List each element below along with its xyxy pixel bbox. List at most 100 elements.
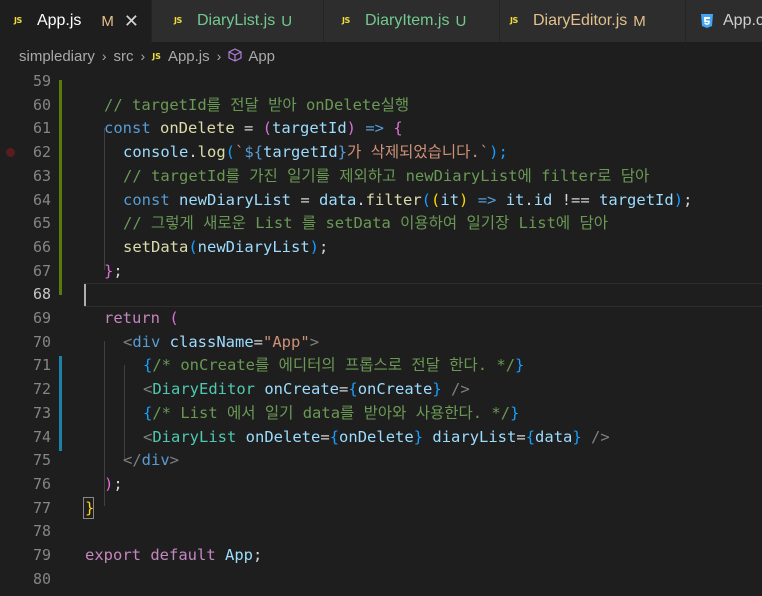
code-line-60: // targetId를 전달 받아 onDelete실행	[104, 94, 409, 118]
bracket: {	[348, 380, 358, 399]
function-name: setData	[123, 237, 189, 256]
keyword: const	[104, 119, 151, 138]
close-icon[interactable]: ✕	[124, 11, 139, 32]
line-number: 78	[32, 522, 51, 541]
javascript-file-icon: JS	[342, 16, 350, 25]
operator: =	[516, 427, 526, 446]
tab-app-js[interactable]: JS App.js M ✕	[0, 0, 152, 42]
tag-name: div	[132, 332, 161, 351]
punctuation: ;	[683, 190, 693, 209]
tag-bracket: >	[309, 332, 320, 351]
bracket: }	[515, 356, 525, 375]
keyword: default	[141, 546, 216, 564]
identifier: console	[123, 143, 189, 162]
javascript-file-icon: JS	[152, 51, 161, 61]
operator: =	[291, 190, 319, 209]
tab-diaryeditor-js[interactable]: JS DiaryEditor.js M	[500, 0, 686, 42]
string: `	[235, 143, 245, 162]
javascript-file-icon: JS	[510, 16, 518, 25]
untracked-badge: U	[281, 12, 293, 30]
code-line-63: // targetId를 가진 일기를 제외하고 newDiaryList에 f…	[123, 165, 649, 189]
bracket: {	[143, 356, 153, 375]
breadcrumb-symbol[interactable]: App	[248, 48, 275, 65]
keyword: const	[123, 190, 170, 209]
line-number: 75	[32, 451, 51, 470]
comment: // targetId를 전달 받아 onDelete실행	[104, 95, 410, 114]
keyword: return	[104, 309, 160, 327]
code-line-69: return (	[104, 307, 179, 331]
line-number: 72	[32, 380, 51, 399]
line-number: 59	[32, 72, 51, 90]
bracket: (	[431, 190, 441, 209]
identifier: targetId	[599, 190, 674, 209]
breadcrumb-folder[interactable]: simplediary	[19, 48, 95, 65]
operator: =	[234, 119, 263, 138]
bracket: {	[393, 119, 403, 138]
identifier: targetId	[272, 119, 347, 138]
line-number: 79	[32, 546, 51, 564]
line-number: 65	[32, 214, 51, 233]
line-number: 66	[32, 237, 51, 256]
identifier: onCreate	[357, 380, 433, 399]
identifier: id	[533, 190, 553, 209]
tag-bracket: <	[143, 380, 153, 399]
punctuation: ;	[113, 261, 123, 280]
bracket: {	[329, 427, 340, 446]
chevron-right-icon: ›	[216, 48, 222, 64]
operator: .	[356, 190, 366, 209]
function-name: filter	[365, 190, 422, 209]
code-line-70: <div className="App">	[123, 331, 319, 355]
operator: =	[253, 332, 264, 351]
string: "App"	[263, 332, 310, 351]
bracket: }	[413, 427, 424, 446]
identifier: onDelete	[160, 119, 235, 138]
code-line-65: // 그렇게 새로운 List 를 setData 이용하여 일기장 List에…	[123, 212, 608, 236]
tab-app-css[interactable]: App.css	[686, 0, 762, 42]
code-line-73: {/* List 에서 일기 data를 받아와 사용한다. */}	[143, 402, 519, 426]
code-line-74: <DiaryList onDelete={onDelete} diaryList…	[143, 426, 610, 450]
tab-diarylist-js[interactable]: JS DiaryList.js U	[152, 0, 324, 42]
punctuation: ;	[252, 546, 263, 564]
template-delimiter: }	[337, 143, 348, 162]
line-number: 73	[32, 403, 51, 422]
attribute: className	[160, 332, 254, 351]
bracket: (	[188, 237, 198, 256]
code-line-79: export default App;	[85, 544, 262, 568]
code-line-75: </div>	[123, 449, 179, 473]
attribute: onCreate	[255, 380, 339, 399]
tab-diaryitem-js[interactable]: JS DiaryItem.js U	[324, 0, 500, 42]
punctuation: ;	[113, 474, 123, 493]
tag-bracket: />	[441, 380, 470, 399]
chevron-right-icon: ›	[140, 48, 146, 64]
code-line-72: <DiaryEditor onCreate={onCreate} />	[143, 378, 470, 402]
operator: =	[320, 427, 330, 446]
comment: // 그렇게 새로운 List 를 setData 이용하여 일기장 List에…	[123, 214, 609, 233]
code-line-61: const onDelete = (targetId) => {	[104, 117, 403, 141]
line-number: 60	[32, 95, 51, 114]
code-line-71: {/* onCreate를 에디터의 프롭스로 전달 한다. */}	[143, 354, 524, 378]
modified-badge: M	[633, 12, 646, 30]
code-line-67: };	[104, 260, 123, 284]
operator: !==	[552, 190, 600, 209]
component-name: DiaryEditor	[152, 380, 255, 399]
code-editor[interactable]: 59 60 // targetId를 전달 받아 onDelete실행 61 c…	[0, 70, 762, 596]
identifier: targetId	[263, 143, 338, 162]
comment: // targetId를 가진 일기를 제외하고 newDiaryList에 f…	[123, 166, 650, 185]
breadcrumb: simplediary › src › JS App.js › App	[0, 42, 762, 70]
tag-name: div	[141, 451, 170, 470]
identifier: data	[535, 427, 573, 446]
operator: .	[524, 190, 534, 209]
bracket: )	[459, 190, 469, 209]
tab-label: DiaryEditor.js	[533, 12, 628, 29]
bracket: }	[572, 427, 582, 446]
identifier: newDiaryList	[179, 190, 291, 209]
breadcrumb-file[interactable]: App.js	[168, 48, 210, 65]
bracket: }	[85, 498, 95, 517]
symbol-cube-icon	[228, 47, 242, 65]
operator: .	[188, 143, 198, 162]
bracket: (	[262, 119, 273, 138]
code-line-76: );	[104, 473, 123, 497]
breadcrumb-src[interactable]: src	[114, 48, 134, 65]
component-name: DiaryList	[152, 427, 237, 446]
tab-label: DiaryItem.js	[365, 12, 450, 29]
